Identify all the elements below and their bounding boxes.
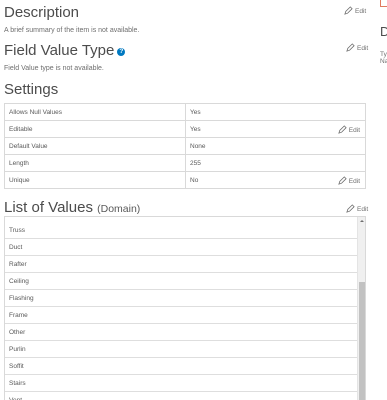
list-of-values-box[interactable]: Truss Duct Rafter Ceiling Flashing Frame Other…	[4, 216, 366, 400]
list-item[interactable]: Truss	[5, 222, 357, 239]
edit-label: Edit	[357, 45, 369, 52]
list-item[interactable]: Purlin	[5, 341, 357, 358]
arrow-up-icon[interactable]	[358, 217, 366, 225]
pencil-icon	[346, 204, 355, 213]
settings-row: Default Value None	[4, 137, 366, 155]
settings-row: Unique No Edit	[4, 171, 366, 189]
right-panel-line2: Na	[380, 58, 387, 65]
field-value-type-text: Field Value type is not available.	[4, 65, 104, 72]
settings-key: Default Value	[4, 137, 186, 155]
list-of-values-label: List of Values	[4, 199, 93, 216]
edit-label: Edit	[348, 178, 360, 185]
right-panel-heading: D	[380, 24, 387, 39]
right-panel-button[interactable]	[380, 0, 387, 7]
settings-value-cell: Yes Edit	[185, 120, 366, 138]
list-of-values-edit-link[interactable]: Edit	[346, 204, 368, 213]
settings-row: Allows Null Values Yes	[4, 103, 366, 121]
edit-label: Edit	[348, 127, 360, 134]
settings-edit-link[interactable]: Edit	[338, 176, 360, 185]
field-value-type-title: Field Value Type?	[4, 42, 126, 59]
list-item[interactable]: Duct	[5, 239, 357, 256]
right-panel: D Ty Na	[378, 0, 387, 400]
settings-row: Editable Yes Edit	[4, 120, 366, 138]
help-icon[interactable]: ?	[117, 48, 126, 56]
right-panel-line1: Ty	[380, 51, 387, 58]
pencil-icon	[338, 125, 347, 134]
edit-label: Edit	[357, 206, 369, 213]
settings-key: Length	[4, 154, 186, 172]
settings-edit-link[interactable]: Edit	[338, 125, 360, 134]
settings-key: Allows Null Values	[4, 103, 186, 121]
settings-title: Settings	[4, 81, 59, 98]
list-item[interactable]: Other	[5, 324, 357, 341]
list-of-values-suffix: (Domain)	[97, 203, 141, 215]
item-details-page: Description Edit A brief summary of the …	[0, 0, 387, 400]
settings-value: 255	[190, 159, 201, 167]
settings-value: Yes	[190, 108, 201, 116]
description-edit-link[interactable]: Edit	[344, 6, 366, 15]
list-item[interactable]: Soffit	[5, 358, 357, 375]
settings-value: Yes	[190, 125, 201, 133]
edit-label: Edit	[355, 8, 367, 15]
settings-value-cell: Yes	[185, 103, 366, 121]
settings-row: Length 255	[4, 154, 366, 172]
settings-value: No	[190, 176, 199, 184]
description-title: Description	[4, 4, 80, 21]
settings-value-cell: None	[185, 137, 366, 155]
list-of-values-title: List of Values (Domain)	[4, 199, 140, 216]
settings-key: Editable	[4, 120, 186, 138]
description-text: A brief summary of the item is not avail…	[4, 27, 140, 34]
settings-value-cell: 255	[185, 154, 366, 172]
settings-key: Unique	[4, 171, 186, 189]
list-item[interactable]: Rafter	[5, 256, 357, 273]
field-value-type-label: Field Value Type	[4, 42, 115, 59]
list-scrollbar[interactable]	[357, 217, 365, 400]
pencil-icon	[344, 6, 353, 15]
settings-table: Allows Null Values Yes Editable Yes Edit Defa…	[4, 103, 366, 189]
list-item[interactable]: Stairs	[5, 375, 357, 392]
list-item[interactable]: Ceiling	[5, 273, 357, 290]
pencil-icon	[338, 176, 347, 185]
settings-value-cell: No Edit	[185, 171, 366, 189]
scrollbar-thumb[interactable]	[359, 282, 365, 400]
pencil-icon	[346, 43, 355, 52]
settings-value: None	[190, 142, 206, 150]
list-item[interactable]: Flashing	[5, 290, 357, 307]
list-item[interactable]: Vent	[5, 392, 357, 400]
list-item[interactable]: Frame	[5, 307, 357, 324]
field-value-type-edit-link[interactable]: Edit	[346, 43, 368, 52]
